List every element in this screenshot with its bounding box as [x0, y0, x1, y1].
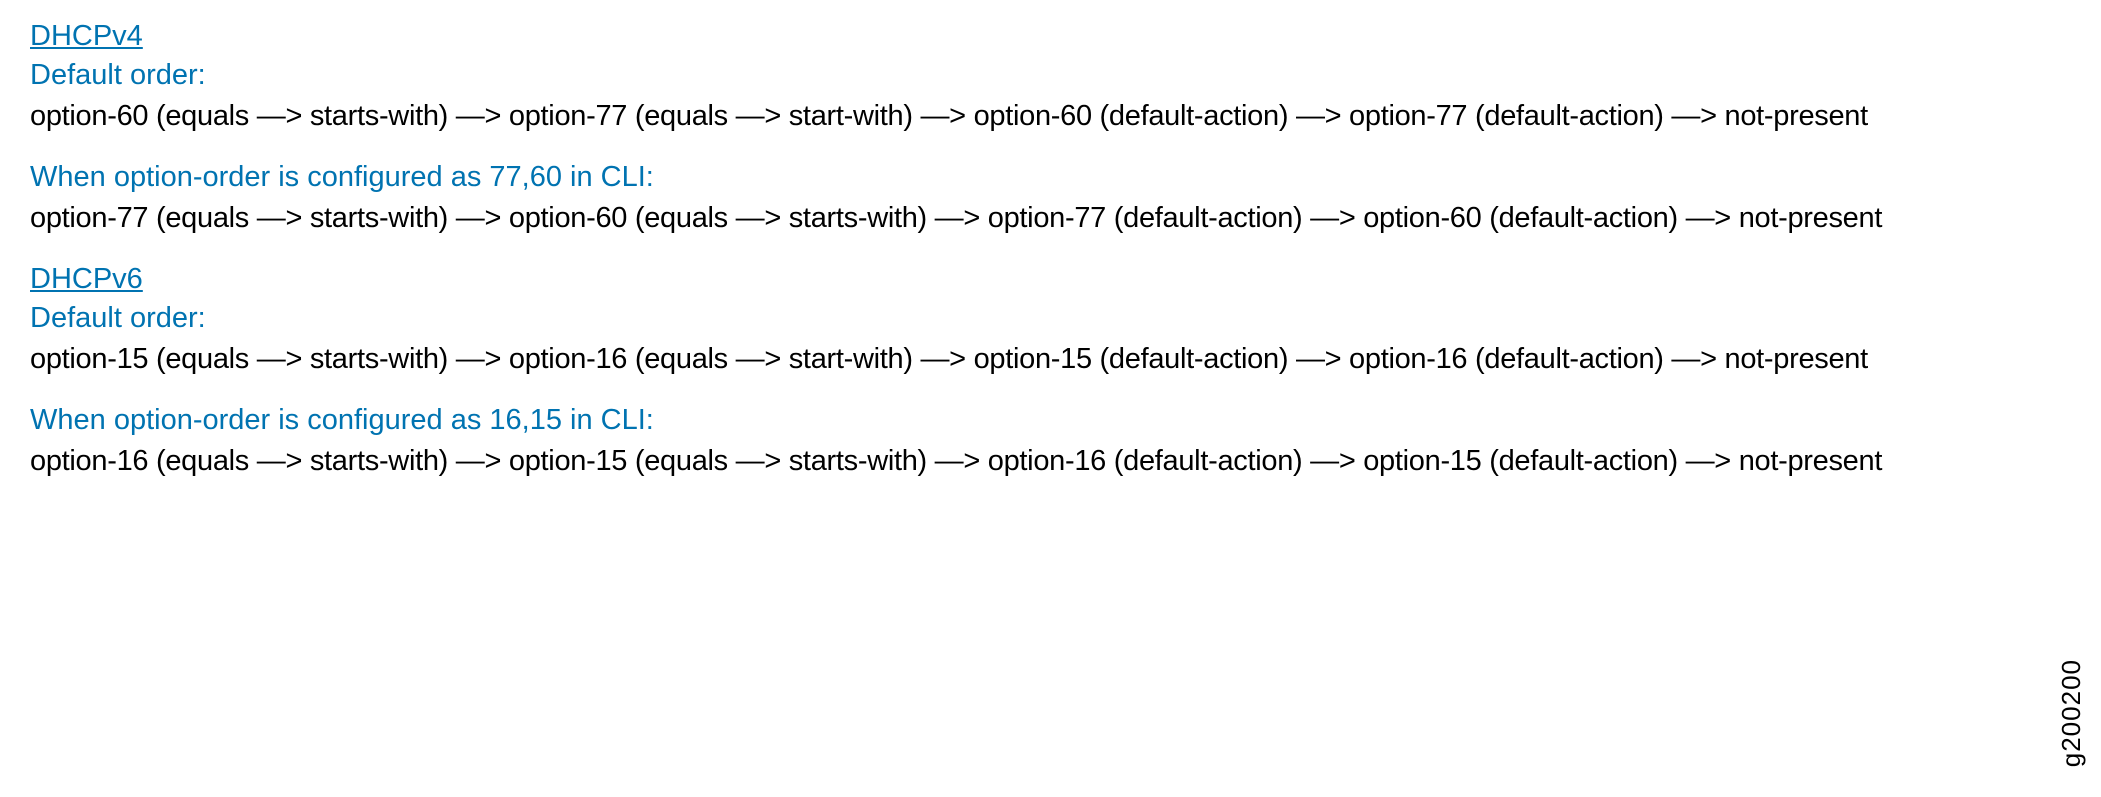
- dhcpv4-section: DHCPv4 Default order: option-60 (equals …: [30, 20, 2071, 235]
- dhcpv6-default-content: option-15 (equals —> starts-with) —> opt…: [30, 343, 2071, 376]
- dhcpv4-default-label: Default order:: [30, 59, 2071, 92]
- dhcpv6-configured-label: When option-order is configured as 16,15…: [30, 404, 2071, 437]
- dhcpv4-default-content: option-60 (equals —> starts-with) —> opt…: [30, 100, 2071, 133]
- dhcpv6-configured-content: option-16 (equals —> starts-with) —> opt…: [30, 445, 2071, 478]
- dhcpv4-configured-label: When option-order is configured as 77,60…: [30, 161, 2071, 194]
- image-id-label: g200200: [2056, 659, 2087, 767]
- dhcpv4-title: DHCPv4: [30, 20, 2071, 53]
- dhcpv6-default-label: Default order:: [30, 302, 2071, 335]
- dhcpv6-section: DHCPv6 Default order: option-15 (equals …: [30, 263, 2071, 478]
- dhcpv4-configured-content: option-77 (equals —> starts-with) —> opt…: [30, 202, 2071, 235]
- dhcpv6-title: DHCPv6: [30, 263, 2071, 296]
